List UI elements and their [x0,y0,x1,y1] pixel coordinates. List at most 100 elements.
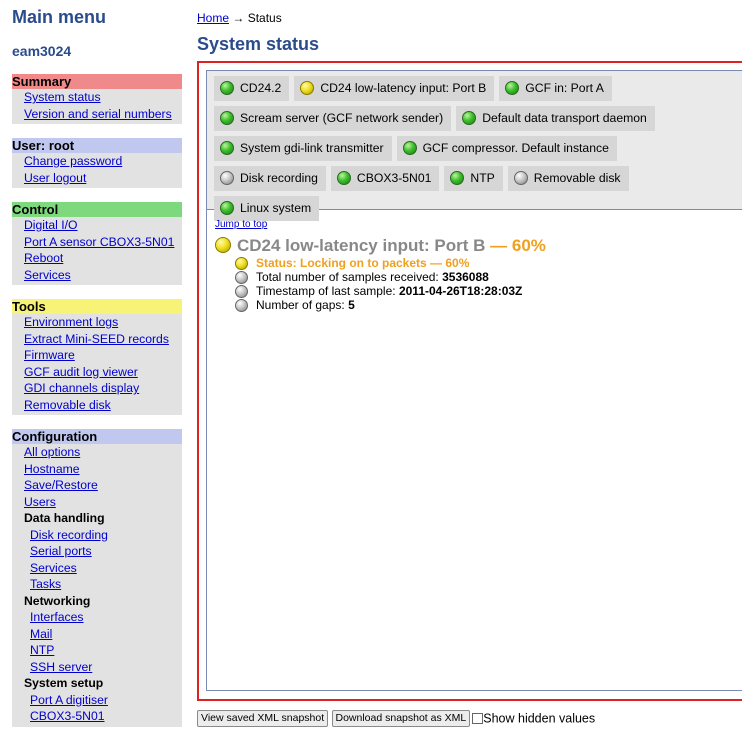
menu-item-interfaces[interactable]: Interfaces [12,609,182,626]
tab-disk-recording[interactable]: Disk recording [214,166,326,191]
detail-status-row: Status: Locking on to packets — 60% [215,256,742,270]
status-led-icon [220,141,234,155]
detail-row-label: Number of gaps: [256,298,345,312]
tab-gdi-link[interactable]: System gdi-link transmitter [214,136,392,161]
detail-percent: 60% [511,236,546,255]
status-led-icon [215,237,231,253]
detail-status-text: Status: Locking on to packets — 60% [256,256,470,270]
menu-item-removable-disk[interactable]: Removable disk [12,397,182,414]
status-tabs: CD24.2 CD24 low-latency input: Port B GCF … [206,70,742,221]
detail-row: Timestamp of last sample: 2011-04-26T18:… [215,284,742,298]
tab-ntp[interactable]: NTP [444,166,503,191]
menu-item-change-password[interactable]: Change password [12,153,182,170]
show-hidden-label: Show hidden values [483,711,596,726]
detail-row-label: Timestamp of last sample: [256,284,396,298]
status-led-icon [505,81,520,95]
menu-subheading-system-setup: System setup [24,676,104,690]
breadcrumb-separator: → [232,11,245,25]
menu-item-digital-io[interactable]: Digital I/O [12,217,182,234]
menu-heading-configuration: Configuration [12,429,182,444]
menu-item-gdi-channels[interactable]: GDI channels display [12,380,182,397]
page-title: System status [197,34,320,54]
menu-item-hostname[interactable]: Hostname [12,461,182,478]
detail-panel: Jump to top CD24 low-latency input: Port… [206,210,742,691]
menu-item-user-logout[interactable]: User logout [12,170,182,187]
tab-label: Disk recording [240,171,318,185]
tab-gcf-in[interactable]: GCF in: Port A [499,76,612,101]
detail-row: Number of gaps: 5 [215,298,742,312]
tab-gcf-compressor[interactable]: GCF compressor. Default instance [396,136,617,161]
menu-item-disk-recording[interactable]: Disk recording [12,527,182,544]
view-xml-snapshot-button[interactable]: View saved XML snapshot [197,710,329,727]
menu-tools: Tools Environment logs Extract Mini-SEED… [12,299,182,415]
menu-item-users[interactable]: Users [12,494,182,511]
menu-item-version-serials[interactable]: Version and serial numbers [12,106,182,123]
detail-row-value: 3536088 [442,270,489,284]
menu-item-port-a-sensor[interactable]: Port A sensor CBOX3-5N01 [12,234,182,251]
status-led-icon [220,201,234,215]
menu-item-all-options[interactable]: All options [12,444,182,461]
download-xml-snapshot-button[interactable]: Download snapshot as XML [331,710,471,727]
menu-user: User: root Change password User logout [12,138,182,188]
status-led-icon [462,111,477,125]
menu-item-environment-logs[interactable]: Environment logs [12,314,182,331]
menu-heading-user: User: root [12,138,182,153]
tab-label: NTP [470,171,495,185]
status-led-icon [300,81,315,95]
status-led-icon [402,141,417,155]
tab-scream-server[interactable]: Scream server (GCF network sender) [214,106,452,131]
menu-item-serial-ports[interactable]: Serial ports [12,543,182,560]
menu-heading-summary: Summary [12,74,182,89]
menu-summary: Summary System status Version and serial… [12,74,182,124]
tab-row: Disk recording CBOX3-5N01 NTP Removable dis… [214,166,742,191]
tab-label: Removable disk [533,171,621,185]
sidebar: Main menu eam3024 Summary System status … [12,0,182,727]
tab-data-transport[interactable]: Default data transport daemon [456,106,655,131]
menu-item-ssh-server[interactable]: SSH server [12,659,182,676]
menu-item-extract-miniseed[interactable]: Extract Mini-SEED records [12,331,182,348]
jump-to-top-link[interactable]: Jump to top [215,219,267,230]
tab-label: Scream server (GCF network sender) [240,111,444,125]
menu-configuration: Configuration All options Hostname Save/… [12,429,182,727]
status-led-icon [513,171,528,185]
detail-dash: — [490,236,508,255]
tab-label: System gdi-link transmitter [240,141,384,155]
menu-item-gcf-audit-log[interactable]: GCF audit log viewer [12,364,182,381]
menu-item-control-services[interactable]: Services [12,267,182,284]
menu-item-system-status[interactable]: System status [12,89,182,106]
tab-row: CD24.2 CD24 low-latency input: Port B GCF … [214,76,742,101]
tab-label: CD24.2 [240,81,282,95]
menu-item-reboot[interactable]: Reboot [12,250,182,267]
tab-removable-disk[interactable]: Removable disk [507,166,629,191]
menu-item-port-a-digitiser[interactable]: Port A digitiser [12,692,182,709]
breadcrumb-home-link[interactable]: Home [197,11,229,25]
tab-label: GCF in: Port A [525,81,604,95]
menu-item-cbox3[interactable]: CBOX3-5N01 [12,708,182,725]
status-led-icon [235,271,248,284]
status-led-icon [235,299,248,312]
status-led-icon [235,257,248,270]
menu-item-mail[interactable]: Mail [12,626,182,643]
menu-heading-control: Control [12,202,182,217]
tab-cd24-2[interactable]: CD24.2 [214,76,290,101]
menu-item-tasks[interactable]: Tasks [12,576,182,593]
menu-item-save-restore[interactable]: Save/Restore [12,477,182,494]
tab-label: CD24 low-latency input: Port B [320,81,487,95]
tab-cbox3[interactable]: CBOX3-5N01 [330,166,440,191]
menu-item-ntp[interactable]: NTP [12,642,182,659]
detail-row-value: 5 [348,298,355,312]
menu-item-firmware[interactable]: Firmware [12,347,182,364]
footer-controls: View saved XML snapshot Download snapsho… [197,710,595,727]
status-led-icon [235,285,248,298]
tab-label: GCF compressor. Default instance [422,141,609,155]
tab-cd24-low-latency[interactable]: CD24 low-latency input: Port B [294,76,495,101]
status-led-icon [220,171,234,185]
host-name: eam3024 [12,43,72,59]
status-led-icon [220,111,234,125]
tab-label: Default data transport daemon [482,111,647,125]
tab-row: Scream server (GCF network sender) Defaul… [214,106,742,131]
show-hidden-checkbox[interactable] [472,713,484,724]
status-frame: CD24.2 CD24 low-latency input: Port B GCF … [197,61,742,701]
status-led-icon [336,171,351,185]
menu-item-config-services[interactable]: Services [12,560,182,577]
